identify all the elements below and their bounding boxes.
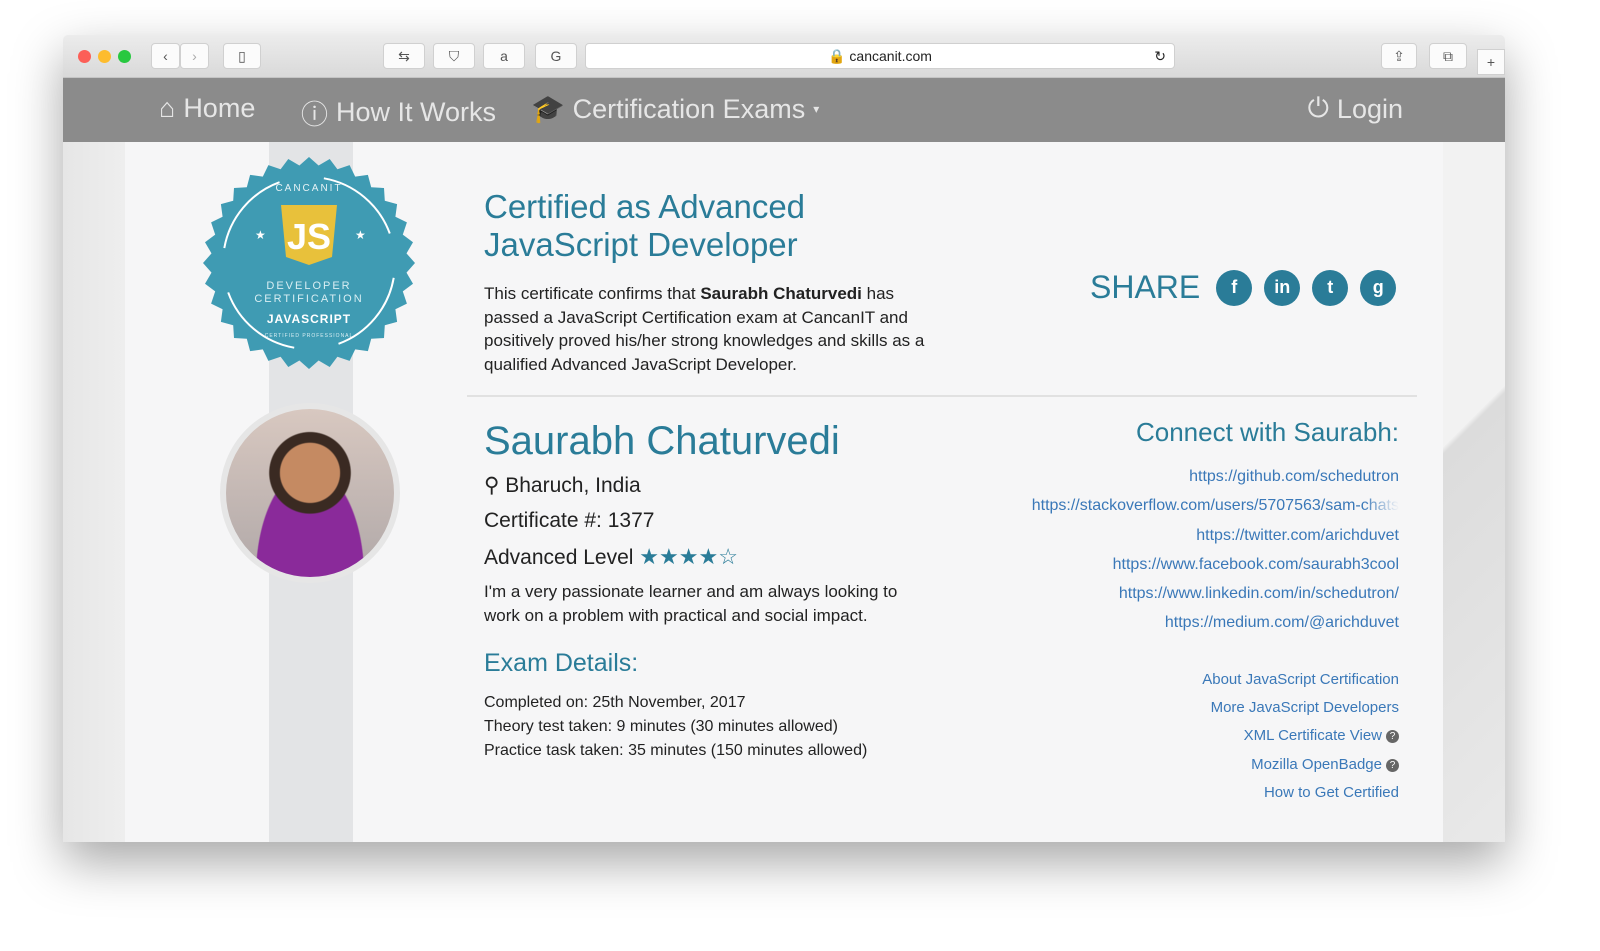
certification-badge: JS CANCANIT ★ ★ DEVELOPER CERTIFICATION J…	[203, 157, 415, 369]
home-icon: ⌂	[159, 93, 176, 123]
share-bar: SHARE f in t g	[1090, 269, 1397, 306]
certificate-title: Certified as Advanced JavaScript Develop…	[484, 188, 806, 263]
link-openbadge[interactable]: Mozilla OpenBadge?	[1202, 751, 1399, 779]
divider	[467, 395, 1417, 397]
link-stackoverflow[interactable]: https://stackoverflow.com/users/5707563/…	[1032, 491, 1399, 520]
link-linkedin[interactable]: https://www.linkedin.com/in/schedutron/	[1032, 579, 1399, 608]
linkedin-icon[interactable]: in	[1264, 269, 1301, 306]
right-gutter	[1443, 142, 1505, 842]
star-filled-icon: ★	[659, 544, 679, 569]
facebook-icon[interactable]: f	[1216, 269, 1253, 306]
level-text: Advanced Level	[484, 546, 634, 569]
sidebar-toggle-icon[interactable]: ▯	[223, 43, 261, 69]
svg-text:CERTIFIED PROFESSIONAL: CERTIFIED PROFESSIONAL	[265, 333, 354, 339]
star-rating: ★★★★☆	[639, 544, 738, 569]
help-icon[interactable]: ?	[1386, 758, 1399, 772]
link-github[interactable]: https://github.com/schedutron	[1032, 462, 1399, 491]
bio: I'm a very passionate learner and am alw…	[484, 582, 898, 625]
extension-arrows-icon[interactable]: ⇆	[383, 43, 425, 69]
forward-button[interactable]: ›	[180, 43, 209, 69]
maximize-window-button[interactable]	[118, 50, 131, 63]
amazon-icon[interactable]: a	[483, 43, 525, 69]
svg-text:CERTIFICATION: CERTIFICATION	[254, 293, 363, 305]
svg-text:★: ★	[255, 228, 266, 242]
xml-label: XML Certificate View	[1243, 727, 1382, 745]
link-about-certification[interactable]: About JavaScript Certification	[1202, 666, 1399, 694]
nav-home-label: Home	[183, 93, 256, 123]
tabs-icon[interactable]: ⧉	[1429, 43, 1467, 69]
level: Advanced Level ★★★★☆	[484, 544, 738, 570]
left-gutter	[63, 142, 125, 842]
url-text: cancanit.com	[849, 48, 932, 64]
link-more-developers[interactable]: More JavaScript Developers	[1202, 694, 1399, 722]
nav-login-label: Login	[1336, 93, 1403, 124]
twitter-icon[interactable]: t	[1312, 269, 1349, 306]
info-icon: ⓘ	[301, 100, 328, 130]
exam-heading: Exam Details:	[484, 649, 639, 677]
exam-practice: Practice task taken: 35 minutes (150 min…	[484, 742, 868, 759]
social-links: https://github.com/schedutron https://st…	[1032, 462, 1399, 638]
help-icon[interactable]: ?	[1386, 730, 1399, 744]
map-pin-icon: ⚲	[484, 474, 500, 497]
star-filled-icon: ★	[678, 544, 699, 569]
nav-how-label: How It Works	[336, 97, 497, 127]
avatar	[220, 403, 400, 583]
nav-login[interactable]: ⏻ Login	[1308, 93, 1403, 125]
star-filled-icon: ★	[639, 544, 660, 569]
exam-details: Completed on: 25th November, 2017 Theory…	[484, 691, 867, 763]
grammarly-icon[interactable]: G	[535, 43, 577, 69]
close-window-button[interactable]	[78, 50, 91, 63]
connect-heading: Connect with Saurabh:	[1135, 417, 1399, 447]
desc-name: Saurabh Chaturvedi	[700, 284, 862, 303]
desc-pre: This certificate confirms that	[484, 284, 701, 303]
link-facebook[interactable]: https://www.facebook.com/saurabh3cool	[1032, 550, 1399, 579]
browser-window: ‹ › ▯ ⇆ ⛉ a G 🔒 cancanit.com ↻ ⇪ ⧉ + ⌂ Hom…	[63, 35, 1505, 842]
openbadge-label: Mozilla OpenBadge	[1251, 755, 1382, 773]
svg-text:JAVASCRIPT: JAVASCRIPT	[267, 312, 351, 326]
profile-name: Saurabh Chaturvedi	[484, 419, 840, 463]
share-label: SHARE	[1090, 269, 1201, 305]
power-icon: ⏻	[1307, 93, 1329, 123]
graduation-cap-icon: 🎓	[531, 94, 565, 124]
nav-home[interactable]: ⌂ Home	[159, 93, 255, 124]
svg-text:CANCANIT: CANCANIT	[275, 183, 342, 194]
reload-icon[interactable]: ↻	[1154, 44, 1166, 69]
svg-text:★: ★	[355, 228, 366, 242]
browser-toolbar: ‹ › ▯ ⇆ ⛉ a G 🔒 cancanit.com ↻ ⇪ ⧉ +	[63, 35, 1505, 78]
star-empty-icon: ☆	[718, 544, 738, 569]
nav-exams-label: Certification Exams	[572, 93, 806, 124]
more-links: About JavaScript Certification More Java…	[1202, 666, 1399, 807]
location: ⚲ Bharuch, India	[484, 473, 641, 498]
back-button[interactable]: ‹	[151, 43, 180, 69]
nav-how-it-works[interactable]: ⓘ How It Works	[301, 93, 496, 132]
link-twitter[interactable]: https://twitter.com/arichduvet	[1032, 521, 1399, 550]
star-filled-icon: ★	[698, 544, 719, 569]
nav-certification-exams[interactable]: 🎓 Certification Exams ▾	[531, 93, 819, 125]
link-xml-certificate[interactable]: XML Certificate View?	[1202, 722, 1399, 750]
svg-text:DEVELOPER: DEVELOPER	[266, 280, 351, 292]
location-text: Bharuch, India	[505, 474, 641, 497]
top-nav: ⌂ Home ⓘ How It Works 🎓 Certification Exams…	[63, 78, 1505, 142]
caret-down-icon: ▾	[813, 102, 820, 116]
certificate-number: Certificate #: 1377	[484, 509, 655, 532]
new-tab-button[interactable]: +	[1477, 49, 1505, 75]
google-plus-icon[interactable]: g	[1360, 269, 1397, 306]
link-how-to-get-certified[interactable]: How to Get Certified	[1202, 779, 1399, 807]
minimize-window-button[interactable]	[98, 50, 111, 63]
exam-completed: Completed on: 25th November, 2017	[484, 694, 746, 711]
pocket-icon[interactable]: ⛉	[433, 43, 475, 69]
certificate-description: This certificate confirms that Saurabh C…	[484, 282, 929, 376]
svg-text:JS: JS	[287, 216, 331, 257]
address-bar[interactable]: 🔒 cancanit.com ↻	[585, 43, 1175, 69]
share-browser-icon[interactable]: ⇪	[1381, 43, 1417, 69]
link-medium[interactable]: https://medium.com/@arichduvet	[1032, 608, 1399, 637]
exam-theory: Theory test taken: 9 minutes (30 minutes…	[484, 718, 838, 735]
